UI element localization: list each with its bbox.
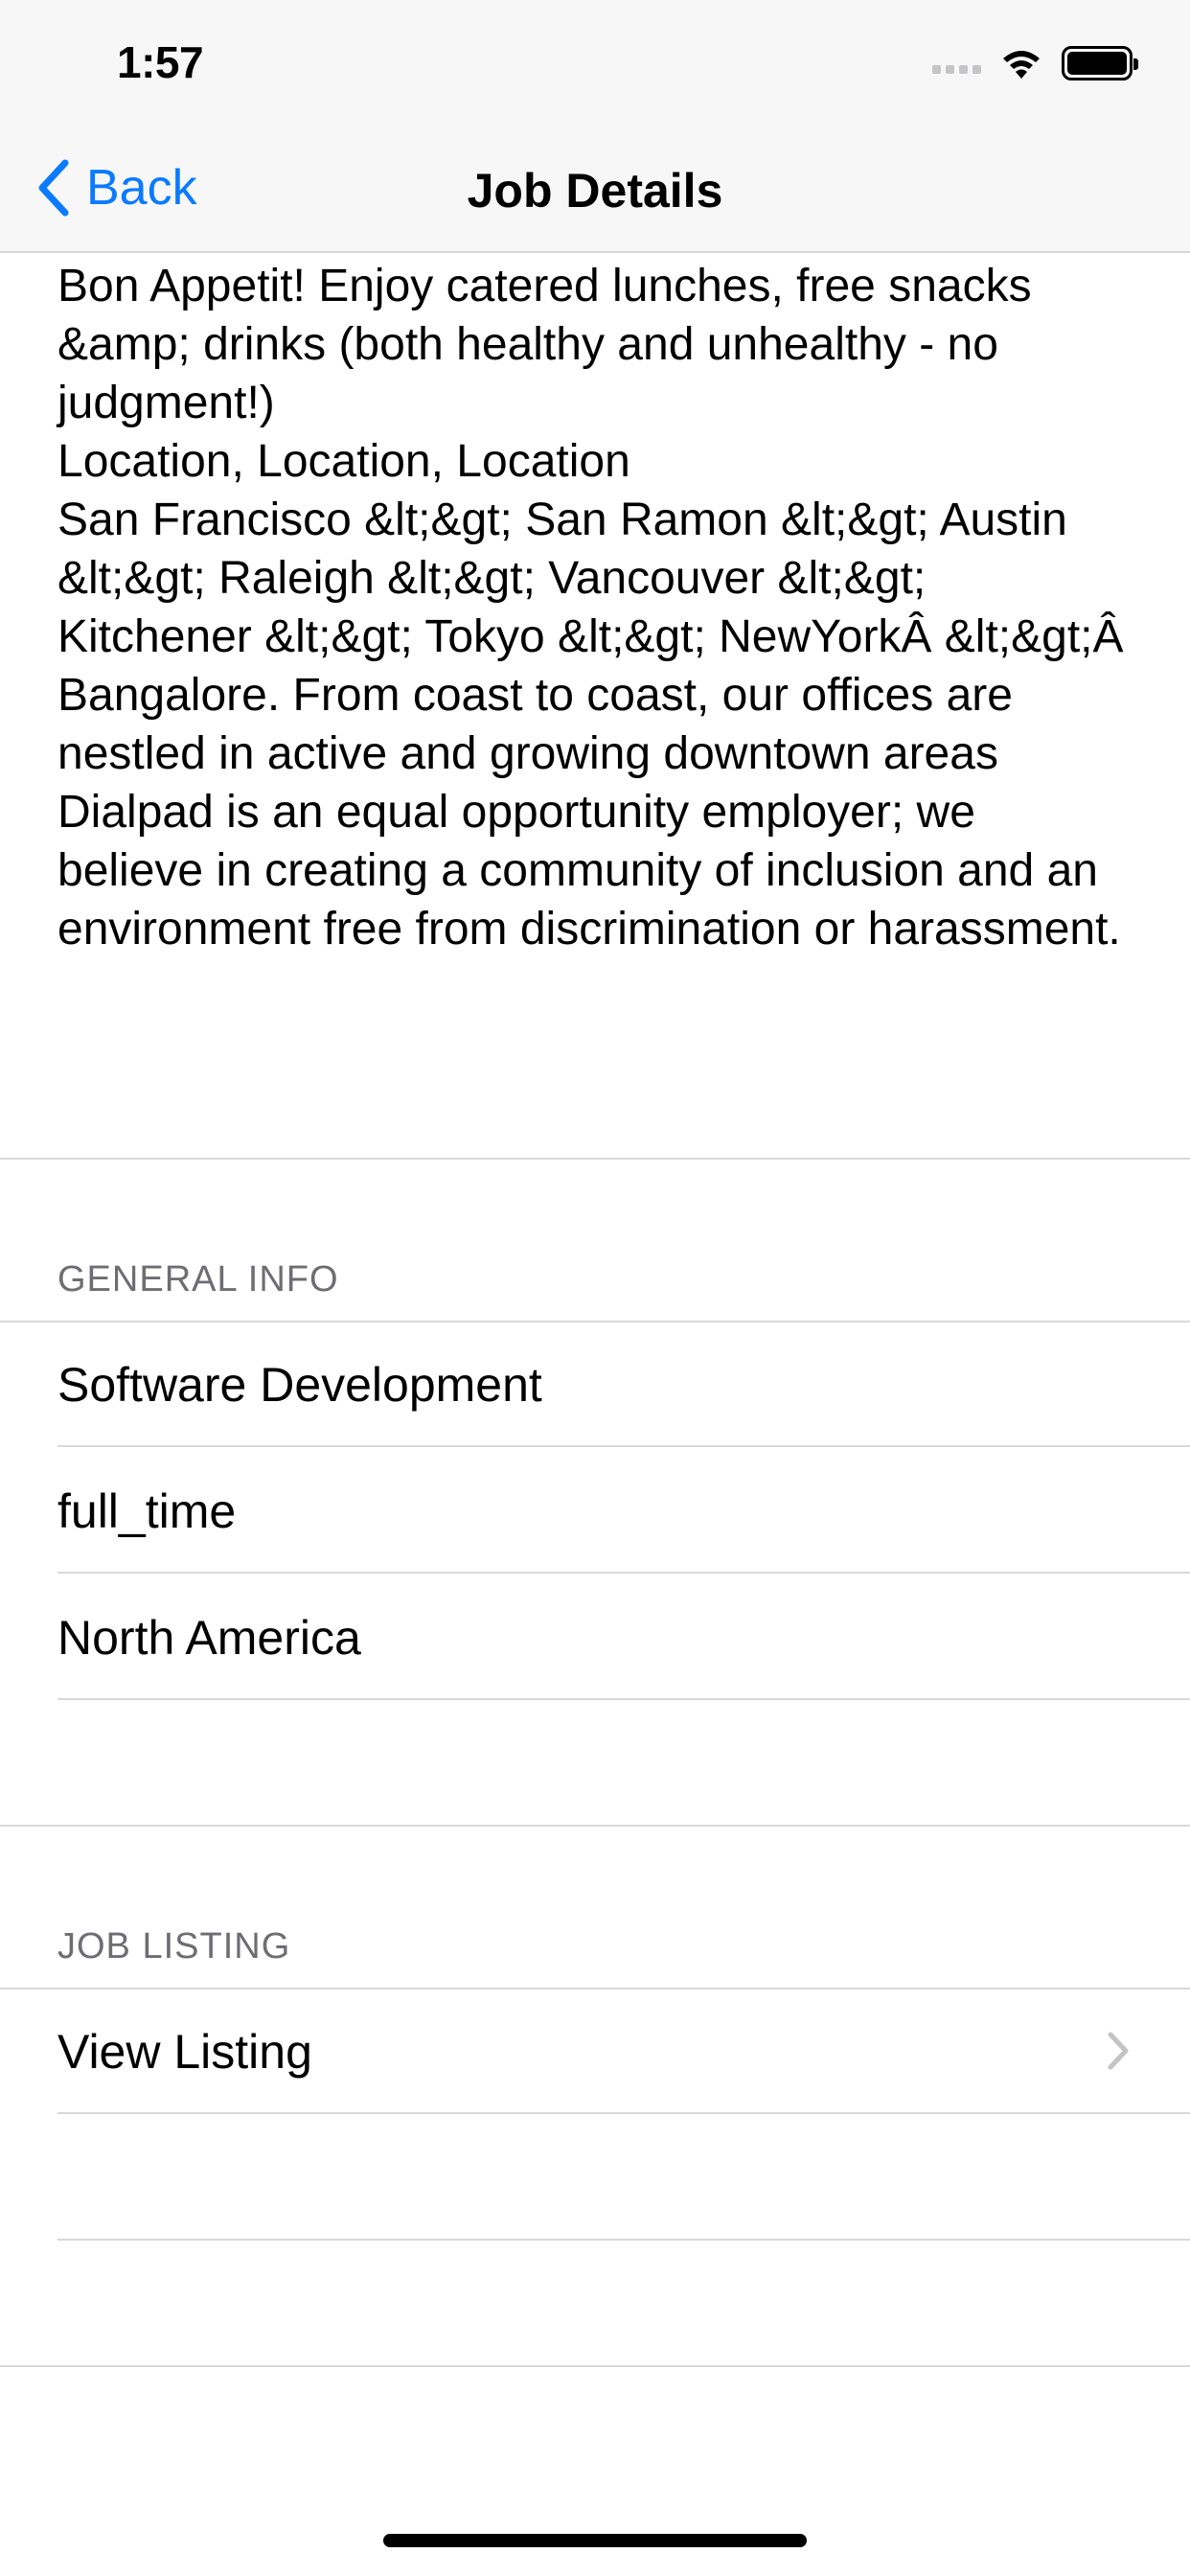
section-divider	[0, 2365, 1190, 2367]
chevron-right-icon	[1108, 2032, 1129, 2070]
view-listing-row[interactable]: View Listing	[0, 1990, 1190, 2112]
section-divider	[0, 1158, 1190, 1160]
view-listing-label: View Listing	[57, 2025, 312, 2079]
cellular-signal-icon	[932, 53, 981, 74]
navigation-bar: Back Job Details	[0, 144, 1190, 253]
row-divider	[57, 1698, 1190, 1700]
row-divider	[57, 2112, 1190, 2114]
status-time: 1:57	[117, 37, 204, 87]
job-description: Bon Appetit! Enjoy catered lunches, free…	[57, 261, 1124, 954]
section-header-job-listing: JOB LISTING	[57, 1926, 291, 1966]
page-title: Job Details	[467, 164, 723, 218]
top-bar: 1:57 Back Job Details	[0, 0, 1190, 253]
row-divider	[57, 1572, 1190, 1574]
home-indicator[interactable]	[383, 2534, 807, 2547]
row-divider	[57, 2239, 1190, 2241]
info-row-job-type: full_time	[57, 1484, 237, 1538]
wifi-icon	[1003, 51, 1040, 79]
section-header-general-info: GENERAL INFO	[57, 1259, 339, 1300]
status-icons	[932, 44, 1138, 82]
section-divider	[0, 1321, 1190, 1322]
battery-icon	[1062, 46, 1138, 80]
row-divider	[57, 1445, 1190, 1447]
info-row-category: Software Development	[57, 1358, 542, 1412]
info-row-region: North America	[57, 1611, 361, 1665]
section-divider	[0, 1825, 1190, 1827]
